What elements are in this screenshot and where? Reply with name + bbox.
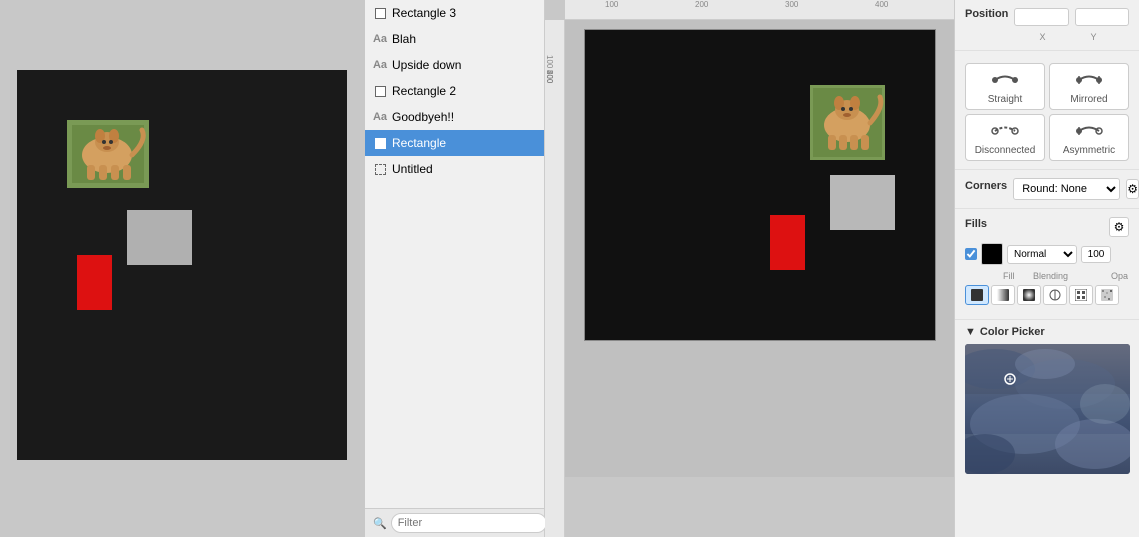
ruler-mark-500v: 500 — [545, 70, 554, 83]
corners-title: Corners — [965, 180, 1007, 192]
text-layer-icon-goodbyeh: Aa — [373, 110, 387, 124]
color-picker-title-label: Color Picker — [980, 326, 1045, 338]
color-picker-canvas[interactable] — [965, 344, 1130, 474]
corners-row: Corners Round: None Round: All Round: Cu… — [965, 178, 1129, 200]
corners-select[interactable]: Round: None Round: All Round: Custom — [1013, 178, 1120, 200]
layer-item-untitled[interactable]: Untitled — [365, 156, 544, 182]
ruler-mark-100v: 100 — [545, 55, 554, 68]
fill-enabled-checkbox[interactable] — [965, 248, 977, 260]
color-picker-chevron-icon[interactable]: ▼ — [965, 326, 976, 338]
right-panel: Position X Y Straight — [954, 0, 1139, 537]
layer-item-goodbyeh[interactable]: Aa Goodbyeh!! — [365, 104, 544, 130]
cap-option-straight[interactable]: Straight — [965, 63, 1045, 110]
mirrored-cap-icon — [1074, 68, 1104, 92]
main-canvas[interactable] — [565, 20, 954, 477]
fills-section: Fills ⚙ Normal Multiply Screen Overlay F… — [955, 209, 1139, 320]
disconnected-cap-label: Disconnected — [975, 145, 1036, 156]
straight-cap-icon — [990, 68, 1020, 92]
canvas-area: 100 200 300 400 500 100 200 300 400 500 — [545, 0, 954, 537]
layer-label-rect3: Rectangle 3 — [392, 6, 536, 20]
cap-styles-section: Straight Mirrored — [955, 51, 1139, 170]
layer-label-upside-down: Upside down — [392, 58, 536, 72]
position-y-label: Y — [1071, 32, 1116, 42]
red-rect-right — [770, 215, 805, 270]
ruler-top: 100 200 300 400 500 — [565, 0, 954, 20]
corners-settings-button[interactable]: ⚙ — [1126, 179, 1139, 199]
cap-option-asymmetric[interactable]: Asymmetric — [1049, 114, 1129, 161]
left-canvas-panel — [0, 0, 365, 537]
dog-image-right — [810, 85, 885, 160]
ruler-mark-300h: 300 — [785, 0, 798, 9]
position-title: Position — [965, 8, 1008, 20]
fills-main-row: Normal Multiply Screen Overlay — [965, 243, 1129, 265]
blending-label: Blending — [1033, 271, 1103, 281]
gray-rect-right — [830, 175, 895, 230]
corners-section: Corners Round: None Round: All Round: Cu… — [955, 170, 1139, 209]
asymmetric-cap-label: Asymmetric — [1063, 145, 1115, 156]
fill-color-swatch[interactable] — [981, 243, 1003, 265]
layer-label-rectangle: Rectangle — [392, 136, 536, 150]
layer-item-rect2[interactable]: Rectangle 2 — [365, 78, 544, 104]
disconnected-cap-icon — [990, 119, 1020, 143]
layer-label-untitled: Untitled — [392, 162, 536, 176]
filter-input[interactable] — [391, 513, 547, 533]
fill-column-labels: Fill Blending Opa — [1003, 271, 1129, 281]
gray-rect-left — [127, 210, 192, 265]
layer-item-blah[interactable]: Aa Blah — [365, 26, 544, 52]
color-gradient-svg — [965, 344, 1130, 474]
ruler-mark-200h: 200 — [695, 0, 708, 9]
cap-option-mirrored[interactable]: Mirrored — [1049, 63, 1129, 110]
asymmetric-cap-icon — [1074, 119, 1104, 143]
color-picker-header: ▼ Color Picker — [965, 326, 1129, 338]
layer-item-upside-down[interactable]: Aa Upside down — [365, 52, 544, 78]
search-icon: 🔍 — [373, 517, 387, 530]
text-layer-icon-upside-down: Aa — [373, 58, 387, 72]
blending-select[interactable]: Normal Multiply Screen Overlay — [1007, 245, 1077, 264]
canvas-black-main — [585, 30, 935, 340]
position-x-label: X — [1020, 32, 1065, 42]
fill-type-buttons — [965, 285, 1129, 305]
layers-list: Rectangle 3 Aa Blah Aa Upside down Recta… — [365, 0, 544, 508]
rect-layer-icon-rectangle — [373, 136, 387, 150]
layer-label-rect2: Rectangle 2 — [392, 84, 536, 98]
layer-label-blah: Blah — [392, 32, 536, 46]
dog-image-left — [67, 120, 149, 188]
fill-linear-button[interactable] — [991, 285, 1015, 305]
ruler-mark-400h: 400 — [875, 0, 888, 9]
position-x-input[interactable] — [1014, 8, 1068, 26]
fill-radial-button[interactable] — [1017, 285, 1041, 305]
left-canvas-black — [17, 70, 347, 460]
text-layer-icon-blah: Aa — [373, 32, 387, 46]
fills-header: Fills ⚙ — [965, 217, 1129, 237]
ruler-left: 100 200 300 400 500 — [545, 20, 565, 537]
cap-option-disconnected[interactable]: Disconnected — [965, 114, 1045, 161]
layer-item-rectangle[interactable]: Rectangle — [365, 130, 544, 156]
straight-cap-label: Straight — [988, 94, 1022, 105]
color-picker-section: ▼ Color Picker — [955, 320, 1139, 484]
layer-label-goodbyeh: Goodbyeh!! — [392, 110, 536, 124]
fill-solid-button[interactable] — [965, 285, 989, 305]
rect-layer-icon-rect2 — [373, 84, 387, 98]
ruler-mark-100h: 100 — [605, 0, 618, 9]
opacity-input[interactable] — [1081, 246, 1111, 263]
layer-item-rect3[interactable]: Rectangle 3 — [365, 0, 544, 26]
fills-settings-button[interactable]: ⚙ — [1109, 217, 1129, 237]
layers-footer: 🔍 ⊞ ✎ — [365, 508, 544, 537]
dashed-layer-icon-untitled — [373, 162, 387, 176]
ruler-numbers-horizontal: 100 200 300 400 500 — [565, 0, 954, 17]
position-y-input[interactable] — [1075, 8, 1129, 26]
opacity-label: Opa — [1111, 271, 1128, 281]
fill-label: Fill — [1003, 271, 1025, 281]
rect-layer-icon — [373, 6, 387, 20]
mirrored-cap-label: Mirrored — [1070, 94, 1107, 105]
fill-angular-button[interactable] — [1043, 285, 1067, 305]
fill-noise-button[interactable] — [1095, 285, 1119, 305]
fill-pattern-button[interactable] — [1069, 285, 1093, 305]
cap-grid: Straight Mirrored — [965, 63, 1129, 161]
red-rect-left — [77, 255, 112, 310]
fills-title: Fills — [965, 218, 987, 230]
position-section: Position X Y — [955, 0, 1139, 51]
layers-panel: Rectangle 3 Aa Blah Aa Upside down Recta… — [365, 0, 545, 537]
